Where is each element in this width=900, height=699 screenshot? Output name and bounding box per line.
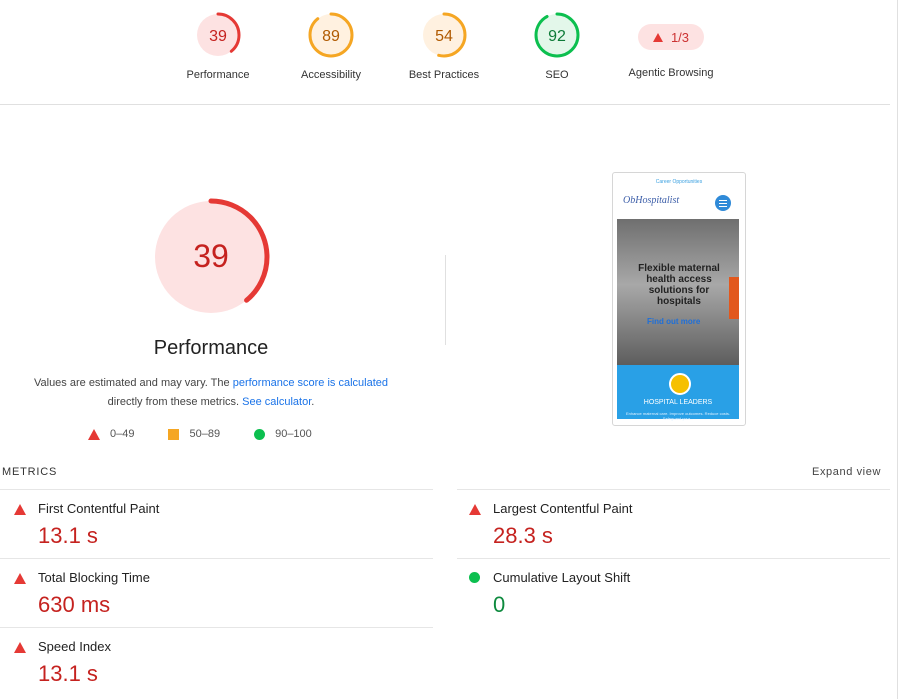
legend-label: 50–89	[189, 428, 221, 440]
thumb-section: HOSPITAL LEADERS Enhance maternal care. …	[617, 365, 739, 421]
see-calculator-link[interactable]: See calculator	[242, 396, 311, 408]
thumb-feedback-tab	[729, 277, 739, 319]
legend-label: 0–49	[110, 428, 135, 440]
thumb-section-title: HOSPITAL LEADERS	[643, 399, 713, 406]
gauge-best-practices[interactable]: 54 Best Practices	[389, 12, 499, 81]
agentic-value: 1/3	[670, 29, 690, 45]
performance-title: Performance	[153, 337, 269, 359]
gauge-label: Accessibility	[301, 69, 361, 81]
metric-value: 630 ms	[38, 592, 111, 617]
metrics-header: METRICS	[2, 466, 58, 478]
gauge-label: Best Practices	[408, 69, 480, 81]
divider	[0, 489, 433, 490]
thumb-top-link: Career Opportunities	[655, 179, 703, 185]
main-score: 39	[193, 238, 229, 274]
red-triangle-icon	[14, 642, 26, 653]
gauge-label: SEO	[545, 69, 569, 81]
divider	[457, 489, 890, 490]
red-triangle-icon	[14, 573, 26, 584]
gauge-accessibility[interactable]: 89 Accessibility	[276, 12, 386, 81]
thumb-hero-text: Flexible maternal health access solution…	[638, 263, 720, 307]
desc-text: .	[311, 396, 315, 408]
score-description: Values are estimated and may vary. The p…	[30, 374, 392, 412]
page-screenshot-thumbnail[interactable]: Career Opportunities ObHospitalist Flexi…	[612, 172, 746, 426]
gauge-agentic-browsing[interactable]: 1/3 Agentic Browsing	[615, 12, 727, 79]
svg-text:54: 54	[435, 28, 453, 45]
divider	[457, 558, 890, 559]
gauge-ring: 89	[308, 12, 354, 58]
legend-pass: 90–100	[254, 428, 312, 440]
svg-text:39: 39	[209, 28, 227, 45]
orange-square-icon	[168, 428, 180, 440]
desc-text: Values are estimated and may vary. The	[33, 377, 233, 389]
divider	[0, 558, 433, 559]
vertical-divider	[445, 255, 446, 345]
thumb-logo: ObHospitalist	[623, 195, 680, 206]
metric-value: 0	[493, 592, 506, 617]
red-triangle-icon	[88, 428, 100, 440]
legend-label: 90–100	[275, 428, 312, 440]
metric-name: Cumulative Layout Shift	[493, 570, 631, 585]
warning-triangle-icon	[652, 32, 663, 42]
metric-value: 13.1 s	[38, 523, 98, 548]
gauge-ring: 39	[195, 12, 241, 58]
score-legend: 0–49 50–89 90–100	[88, 428, 346, 440]
main-performance-gauge: 39	[150, 196, 272, 323]
page-right-border	[897, 0, 898, 699]
red-triangle-icon	[14, 504, 26, 515]
thumb-cta: Find out more	[647, 317, 701, 326]
green-circle-icon	[469, 572, 480, 583]
performance-score-link[interactable]: performance score is calculated	[233, 377, 388, 389]
metric-name: First Contentful Paint	[38, 501, 160, 516]
legend-average: 50–89	[168, 428, 220, 440]
red-triangle-icon	[469, 504, 481, 515]
gauge-performance[interactable]: 39 Performance	[163, 12, 273, 81]
agentic-badge: 1/3	[638, 24, 704, 50]
metric-name: Largest Contentful Paint	[493, 501, 633, 516]
metric-value: 28.3 s	[493, 523, 553, 548]
thumb-section-sub: Enhance maternal care. Improve outcomes.…	[625, 411, 731, 421]
metric-value: 13.1 s	[38, 661, 98, 686]
green-circle-icon	[254, 428, 266, 440]
metric-name: Speed Index	[38, 639, 112, 654]
expand-view-toggle[interactable]: Expand view	[812, 466, 881, 478]
hamburger-menu-icon	[715, 195, 731, 211]
divider	[0, 627, 433, 628]
svg-text:89: 89	[322, 28, 340, 45]
gauge-ring: 92	[534, 12, 580, 58]
gauge-seo[interactable]: 92 SEO	[502, 12, 612, 81]
gauge-ring: 54	[421, 12, 467, 58]
gauge-label: Performance	[186, 69, 250, 81]
svg-text:92: 92	[548, 28, 566, 45]
thumb-hero: Flexible maternal health access solution…	[617, 219, 739, 365]
metric-name: Total Blocking Time	[38, 570, 150, 585]
desc-text: directly from these metrics.	[107, 396, 243, 408]
gauge-label: Agentic Browsing	[628, 67, 714, 79]
score-summary: 39 Performance 89 Accessibility 54 Best …	[0, 0, 890, 105]
thumb-badge-icon	[669, 373, 691, 395]
legend-fail: 0–49	[88, 428, 134, 440]
